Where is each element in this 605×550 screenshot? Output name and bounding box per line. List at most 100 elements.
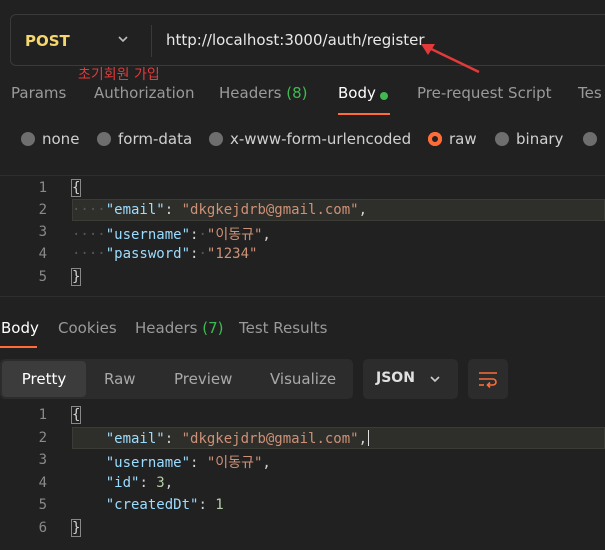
code-line: 3 "username": "이동규", xyxy=(0,449,605,471)
radio-circle xyxy=(21,132,35,146)
annotation-label: 초기회원 가입 xyxy=(78,67,160,83)
tab-authorization[interactable]: Authorization xyxy=(94,84,194,102)
json-value: 3 xyxy=(156,475,165,491)
line-number: 6 xyxy=(38,520,47,536)
http-method-selector[interactable]: POST xyxy=(25,32,70,50)
body-modified-dot xyxy=(380,92,388,100)
code-line: 1 { xyxy=(0,177,605,199)
code-line: 5 "createdDt": 1 xyxy=(0,494,605,516)
tab-response-headers-label: Headers xyxy=(135,319,198,337)
request-body-editor[interactable]: 1 { 2 ····"email": "dkgkejdrb@gmail.com"… xyxy=(0,175,605,297)
response-tab-underline xyxy=(0,346,37,348)
response-body-viewer[interactable]: 1 { 2 "email": "dkgkejdrb@gmail.com", 3 … xyxy=(0,403,605,550)
radio-circle xyxy=(583,132,597,146)
code-line: 4 ····"password":·"1234" xyxy=(0,243,605,265)
json-value: "dkgkejdrb@gmail.com" xyxy=(181,202,359,218)
json-key: "username" xyxy=(105,227,191,243)
line-number: 4 xyxy=(38,246,47,262)
text-cursor xyxy=(368,430,370,446)
code-text: "createdDt": 1 xyxy=(105,497,224,513)
tab-params[interactable]: Params xyxy=(11,84,66,102)
line-number: 1 xyxy=(38,407,47,423)
code-line: 4 "id": 3, xyxy=(0,472,605,494)
code-line: 1 { xyxy=(0,404,605,426)
code-text: { xyxy=(70,179,82,197)
radio-circle xyxy=(209,132,223,146)
request-url-bar: POST http://localhost:3000/auth/register xyxy=(10,14,605,66)
response-tabs: Body Cookies Headers (7) Test Results xyxy=(0,319,605,349)
radio-circle xyxy=(495,132,509,146)
wrap-lines-button[interactable] xyxy=(468,359,508,399)
radio-circle xyxy=(97,132,111,146)
request-tabs: Params Authorization Headers (8) Body Pr… xyxy=(0,84,605,114)
line-number: 3 xyxy=(38,452,47,468)
json-key: "username" xyxy=(105,455,191,471)
radio-label: binary xyxy=(516,130,564,148)
code-text: ····"password":·"1234" xyxy=(72,246,258,262)
headers-count-badge: (8) xyxy=(286,84,308,102)
view-pretty-button[interactable]: Pretty xyxy=(2,361,86,397)
json-key: "createdDt" xyxy=(105,497,199,513)
json-value: "이동규" xyxy=(206,227,263,243)
code-text: ····"username":·"이동규", xyxy=(72,227,271,243)
line-number: 5 xyxy=(38,497,47,513)
line-number: 2 xyxy=(38,430,47,446)
code-text: { xyxy=(70,406,82,424)
response-headers-count-badge: (7) xyxy=(202,319,224,337)
url-divider xyxy=(151,25,152,57)
view-visualize-button[interactable]: Visualize xyxy=(270,359,336,399)
code-line: 3 ····"username":·"이동규", xyxy=(0,221,605,243)
code-line: 2 ····"email": "dkgkejdrb@gmail.com", xyxy=(0,199,605,221)
body-type-radios: none form-data x-www-form-urlencoded raw… xyxy=(0,128,605,152)
tab-response-headers[interactable]: Headers (7) xyxy=(135,319,223,337)
format-selector[interactable]: JSON xyxy=(363,359,458,399)
wrap-lines-icon xyxy=(479,372,497,389)
format-label: JSON xyxy=(376,370,415,386)
radio-label: none xyxy=(42,130,80,148)
annotation-arrow-icon xyxy=(421,44,480,74)
line-number: 3 xyxy=(38,224,47,240)
code-line: 5 } xyxy=(0,266,605,288)
view-raw-button[interactable]: Raw xyxy=(104,359,136,399)
radio-label: x-www-form-urlencoded xyxy=(230,130,412,148)
json-value: "이동규" xyxy=(206,455,263,471)
code-text: ····"email": "dkgkejdrb@gmail.com", xyxy=(72,202,368,218)
code-text: "email": "dkgkejdrb@gmail.com", xyxy=(105,430,370,447)
json-key: "password" xyxy=(105,246,191,262)
code-line: 6 } xyxy=(0,517,605,539)
radio-label: form-data xyxy=(118,130,193,148)
chevron-down-icon xyxy=(430,376,440,383)
tab-cookies[interactable]: Cookies xyxy=(58,319,117,337)
close-brace: } xyxy=(70,268,82,286)
tab-headers-label: Headers xyxy=(219,84,282,102)
tab-body[interactable]: Body xyxy=(338,84,376,102)
json-key: "id" xyxy=(105,475,140,491)
code-text: } xyxy=(70,519,82,537)
tab-pre-request-script[interactable]: Pre-request Script xyxy=(417,84,552,102)
json-value: "1234" xyxy=(206,246,258,262)
code-line: 2 "email": "dkgkejdrb@gmail.com", xyxy=(0,427,605,449)
radio-circle-selected xyxy=(428,132,442,146)
radio-label: raw xyxy=(449,130,477,148)
tab-test-results[interactable]: Test Results xyxy=(239,319,327,337)
tab-headers[interactable]: Headers (8) xyxy=(219,84,307,102)
code-text: } xyxy=(70,268,82,286)
view-preview-button[interactable]: Preview xyxy=(174,359,232,399)
chevron-down-icon[interactable] xyxy=(115,31,131,47)
json-value: 1 xyxy=(215,497,224,513)
code-text: "username": "이동규", xyxy=(105,455,271,471)
open-brace: { xyxy=(70,179,82,197)
line-number: 2 xyxy=(38,202,47,218)
close-brace: } xyxy=(70,519,82,537)
code-text: "id": 3, xyxy=(105,475,174,491)
json-value: "dkgkejdrb@gmail.com" xyxy=(181,431,359,447)
tab-response-body[interactable]: Body xyxy=(1,319,39,337)
url-input[interactable]: http://localhost:3000/auth/register xyxy=(166,31,425,49)
open-brace: { xyxy=(70,406,82,424)
json-key: "email" xyxy=(105,431,165,447)
line-number: 1 xyxy=(38,180,47,196)
line-number: 5 xyxy=(38,269,47,285)
line-number: 4 xyxy=(38,475,47,491)
tab-tests[interactable]: Tes xyxy=(578,84,602,102)
json-key: "email" xyxy=(105,202,165,218)
